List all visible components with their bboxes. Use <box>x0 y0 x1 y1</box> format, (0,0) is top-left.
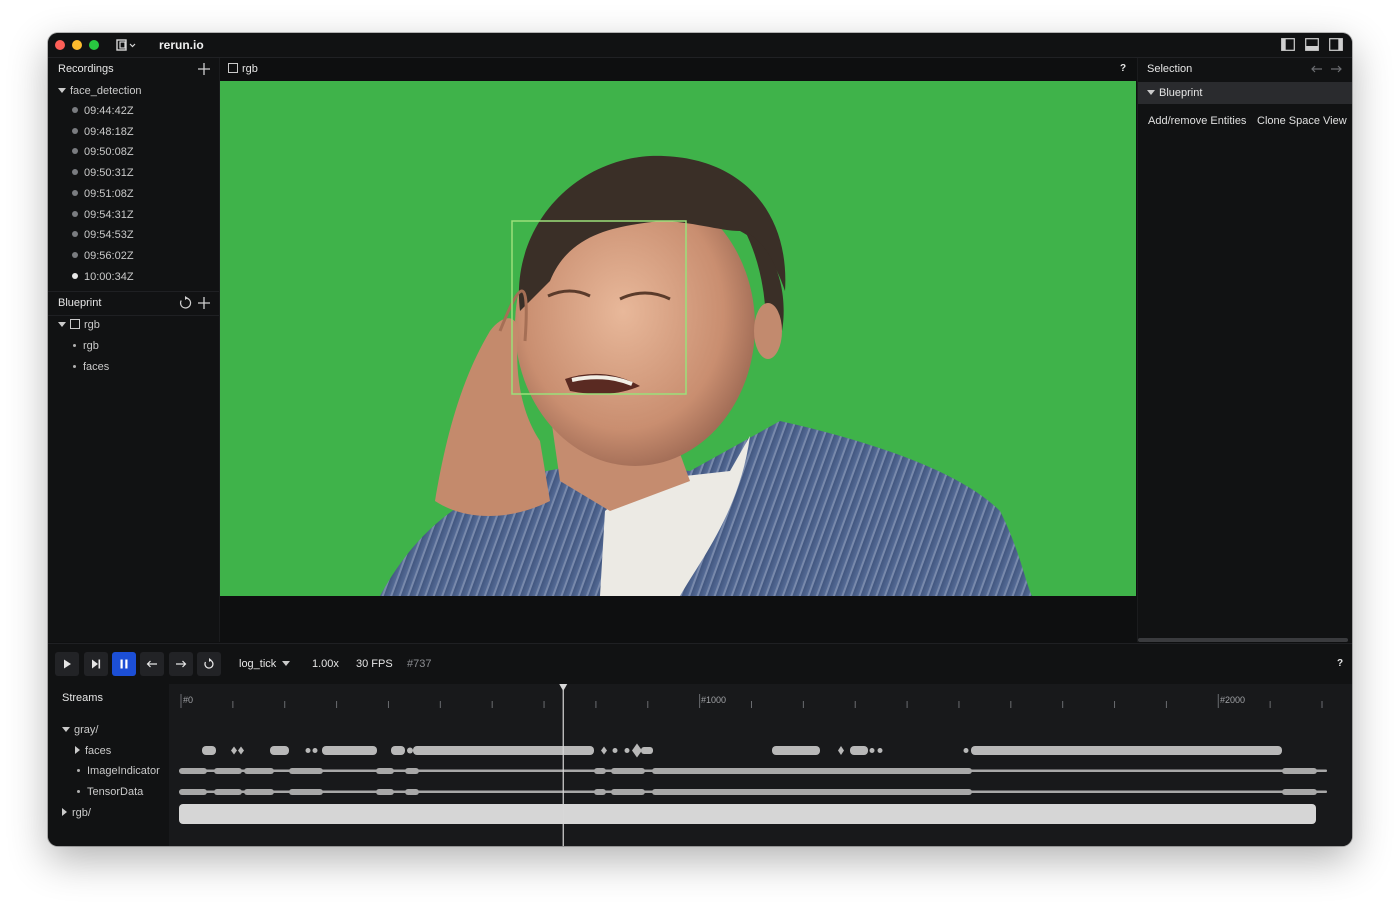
reset-blueprint-icon[interactable] <box>178 296 192 310</box>
collapse-triangle-icon[interactable] <box>1147 89 1155 95</box>
stream-row-rgb <box>179 804 1316 824</box>
recording-dot-icon <box>72 251 78 258</box>
timeline-canvas[interactable]: #0 #1000 #2000 <box>169 684 1352 846</box>
recording-group[interactable]: face_detection <box>58 81 142 101</box>
stream-row-faces <box>202 743 1282 758</box>
entity-dot-icon <box>73 343 76 347</box>
play-button[interactable] <box>55 652 79 676</box>
step-back-button[interactable] <box>140 652 164 676</box>
tick-label-0: #0 <box>183 695 193 705</box>
selection-forward-arrow-icon[interactable] <box>1329 62 1343 76</box>
stream-group-gray[interactable]: gray/ <box>62 720 98 740</box>
component-dot-icon <box>77 789 80 793</box>
time-ruler-labels: #0 #1000 #2000 <box>183 695 1245 705</box>
step-play-button[interactable] <box>84 652 108 676</box>
time-controls: log_tick 1.00x 30 FPS #737 ? <box>48 643 1352 685</box>
step-play-icon <box>92 659 101 669</box>
recording-item[interactable]: 09:56:02Z <box>72 246 134 266</box>
selection-scrollbar[interactable] <box>1138 638 1348 642</box>
recording-dot-icon <box>72 189 78 196</box>
left-panel: Recordings face_detection 09:44:42Z 09:48… <box>48 58 220 642</box>
streams-header: Streams <box>62 692 103 704</box>
blueprint-space-view-rgb[interactable]: rgb <box>58 315 100 335</box>
rerun-logo-icon[interactable] <box>114 37 138 53</box>
space-view-2d-icon <box>228 63 238 74</box>
title-bar: rerun.io <box>48 33 1352 58</box>
stream-row-tensordata <box>179 789 1327 795</box>
playback-fps[interactable]: 30 FPS <box>356 658 393 670</box>
space-view: rgb ? <box>220 58 1136 642</box>
expand-triangle-icon[interactable] <box>62 808 67 817</box>
recording-dot-icon <box>72 107 78 114</box>
stream-group-rgb[interactable]: rgb/ <box>62 803 91 823</box>
recording-item[interactable]: 09:44:42Z <box>72 101 134 121</box>
add-space-view-icon[interactable] <box>197 296 211 310</box>
recording-item[interactable]: 09:50:31Z <box>72 163 134 183</box>
current-frame[interactable]: #737 <box>407 658 431 670</box>
stream-component-imageindicator[interactable]: ImageIndicator <box>77 761 160 781</box>
recordings-header: Recordings <box>58 63 114 75</box>
add-recording-icon[interactable] <box>197 62 211 76</box>
play-icon <box>64 659 71 669</box>
selection-blueprint-row[interactable]: Blueprint <box>1138 82 1352 104</box>
recording-item[interactable]: 10:00:34Z <box>72 267 134 287</box>
pause-icon <box>120 659 128 669</box>
playback-speed[interactable]: 1.00x <box>312 658 339 670</box>
tick-label-2000: #2000 <box>1220 695 1245 705</box>
collapse-triangle-icon[interactable] <box>58 321 66 327</box>
stream-group-faces[interactable]: faces <box>75 741 111 761</box>
entity-dot-icon <box>73 364 76 368</box>
recording-dot-icon <box>72 210 78 217</box>
minimize-window-button[interactable] <box>72 40 82 50</box>
arrow-left-icon <box>146 660 157 668</box>
pause-button[interactable] <box>112 652 136 676</box>
recording-dot-icon <box>72 127 78 134</box>
step-forward-button[interactable] <box>169 652 193 676</box>
maximize-window-button[interactable] <box>89 40 99 50</box>
app-window: rerun.io Recordings face_detection 09:44… <box>48 33 1352 846</box>
selection-panel: Selection Blueprint Add/remove Entities … <box>1137 58 1352 642</box>
app-title: rerun.io <box>159 38 204 52</box>
dropdown-triangle-icon <box>282 660 291 666</box>
recording-item[interactable]: 09:50:08Z <box>72 142 134 162</box>
rgb-image-canvas[interactable] <box>220 81 1136 596</box>
recording-item[interactable]: 09:51:08Z <box>72 184 134 204</box>
expand-triangle-icon[interactable] <box>75 746 80 755</box>
collapse-triangle-icon[interactable] <box>58 87 66 93</box>
streams-panel: Streams gray/ faces ImageIndicator Tenso… <box>48 684 1352 846</box>
stream-row-imageindicator <box>179 768 1327 774</box>
recording-dot-icon <box>72 169 78 176</box>
blueprint-entity-rgb[interactable]: rgb <box>73 336 99 356</box>
selection-header: Selection <box>1147 63 1193 75</box>
arrow-right-icon <box>176 660 187 668</box>
timeline-selector[interactable]: log_tick <box>239 658 294 670</box>
blueprint-header: Blueprint <box>58 297 102 309</box>
recording-item[interactable]: 09:48:18Z <box>72 122 134 142</box>
time-ruler <box>180 694 1323 708</box>
recording-dot-icon <box>72 148 78 155</box>
loop-button[interactable] <box>197 652 221 676</box>
component-dot-icon <box>77 768 80 772</box>
view-help-button[interactable]: ? <box>1120 58 1126 80</box>
space-view-2d-icon <box>70 319 80 330</box>
add-remove-entities-button[interactable]: Add/remove Entities <box>1148 115 1246 127</box>
time-help-button[interactable]: ? <box>1337 658 1343 669</box>
selection-back-arrow-icon[interactable] <box>1310 62 1324 76</box>
toggle-bottom-panel-icon[interactable] <box>1305 38 1319 51</box>
streams-tree: Streams gray/ faces ImageIndicator Tenso… <box>48 684 169 846</box>
recording-dot-icon <box>72 272 78 279</box>
clone-space-view-button[interactable]: Clone Space View <box>1257 115 1347 127</box>
stream-component-tensordata[interactable]: TensorData <box>77 782 143 802</box>
tick-label-1000: #1000 <box>701 695 726 705</box>
blueprint-entity-faces[interactable]: faces <box>73 357 109 377</box>
recording-item[interactable]: 09:54:53Z <box>72 225 134 245</box>
recording-item[interactable]: 09:54:31Z <box>72 205 134 225</box>
close-window-button[interactable] <box>55 40 65 50</box>
toggle-right-panel-icon[interactable] <box>1329 38 1343 51</box>
recording-dot-icon <box>72 231 78 238</box>
collapse-triangle-icon[interactable] <box>62 726 70 732</box>
loop-icon <box>204 658 214 669</box>
toggle-left-panel-icon[interactable] <box>1281 38 1295 51</box>
space-view-tab[interactable]: rgb <box>228 58 258 80</box>
